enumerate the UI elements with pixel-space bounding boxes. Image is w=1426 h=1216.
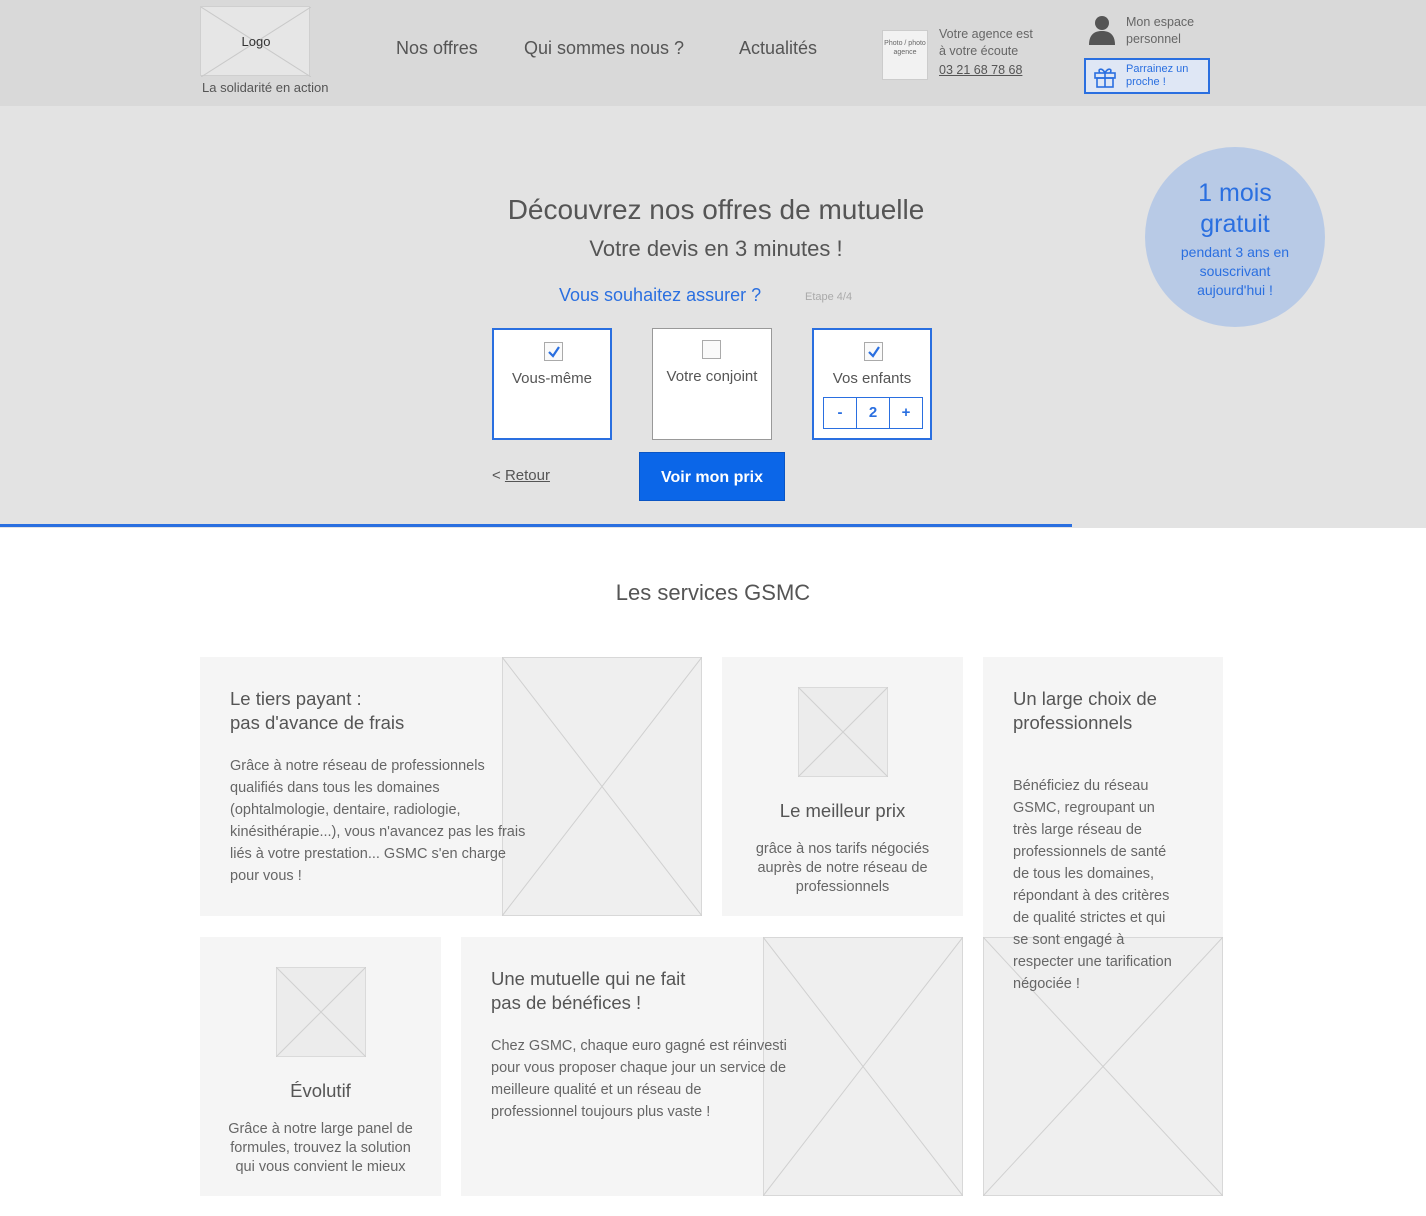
hero-quote-form: Découvrez nos offres de mutuelle Votre d… bbox=[0, 106, 1426, 528]
card-title-line2: pas de bénéfices ! bbox=[491, 992, 642, 1013]
back-prefix: < bbox=[492, 467, 505, 484]
logo-label: Logo bbox=[241, 34, 271, 49]
stepper-plus-button[interactable]: + bbox=[890, 398, 922, 428]
parrainez-label: Parrainez un proche ! bbox=[1126, 63, 1206, 89]
checkbox-enfants[interactable] bbox=[864, 342, 883, 361]
agency-text: Votre agence est à votre écoute bbox=[939, 26, 1033, 60]
card-text-line: pour vous ! bbox=[230, 868, 302, 884]
parrainez-button[interactable]: Parrainez un proche ! bbox=[1084, 58, 1210, 94]
children-count-stepper: - 2 + bbox=[823, 397, 923, 429]
card-title-line1: Un large choix de bbox=[1013, 688, 1157, 709]
choice-label: Votre conjoint bbox=[666, 368, 758, 385]
services-title: Les services GSMC bbox=[615, 580, 811, 605]
checkbox-vous-meme[interactable] bbox=[544, 342, 563, 361]
back-link[interactable]: < Retour bbox=[492, 467, 550, 484]
card-text-line: GSMC, regroupant un bbox=[1013, 800, 1155, 816]
nav-item-qui-sommes-nous[interactable]: Qui sommes nous ? bbox=[524, 38, 684, 59]
form-question: Vous souhaitez assurer ? bbox=[559, 285, 762, 305]
choice-label: Vos enfants bbox=[832, 370, 912, 387]
service-card-evolutif: Évolutif Grâce à notre large panel de fo… bbox=[200, 937, 441, 1196]
card-title-line1: Une mutuelle qui ne fait bbox=[491, 968, 686, 989]
card-text-line: Chez GSMC, chaque euro gagné est réinves… bbox=[491, 1038, 787, 1054]
image-placeholder-icon bbox=[798, 687, 888, 777]
card-title: Un large choix de professionnels bbox=[1013, 687, 1157, 735]
card-text: Bénéficiez du réseau GSMC, regroupant un… bbox=[1013, 775, 1213, 995]
card-text-line: de qualité strictes et qui bbox=[1013, 910, 1166, 926]
voir-mon-prix-button[interactable]: Voir mon prix bbox=[639, 452, 785, 501]
agency-text-line2: à votre écoute bbox=[939, 44, 1019, 58]
card-text: Grâce à notre large panel de formules, t… bbox=[200, 1120, 441, 1177]
espace-line1: Mon espace bbox=[1126, 15, 1195, 29]
card-text-line: respecter une tarification bbox=[1013, 954, 1172, 970]
choice-vous-meme[interactable]: Vous-même bbox=[492, 328, 612, 440]
card-text-line: formules, trouvez la solution bbox=[230, 1140, 411, 1156]
agency-phone-link[interactable]: 03 21 68 78 68 bbox=[939, 63, 1022, 77]
service-card-tiers-payant: Le tiers payant : pas d'avance de frais … bbox=[200, 657, 702, 916]
stepper-minus-button[interactable]: - bbox=[824, 398, 856, 428]
card-text: Chez GSMC, chaque euro gagné est réinves… bbox=[491, 1035, 831, 1123]
image-placeholder-icon bbox=[276, 967, 366, 1057]
promo-detail: pendant 3 ans en souscrivant aujourd'hui… bbox=[1180, 244, 1290, 298]
espace-line2: personnel bbox=[1126, 32, 1181, 46]
card-text-line: Bénéficiez du réseau bbox=[1013, 778, 1149, 794]
card-text-line: très large réseau de bbox=[1013, 822, 1142, 838]
agency-photo: Photo / photo agence bbox=[882, 30, 928, 80]
espace-personnel-link[interactable]: Mon espace personnel bbox=[1126, 14, 1216, 48]
promo-headline-line2: gratuit bbox=[1200, 210, 1270, 238]
service-card-meilleur-prix: Le meilleur prix grâce à nos tarifs négo… bbox=[722, 657, 963, 916]
card-text-line: de tous les domaines, bbox=[1013, 866, 1155, 882]
card-text-line: qualifiés dans tous les domaines bbox=[230, 780, 440, 796]
back-label: Retour bbox=[504, 467, 550, 484]
card-title: Évolutif bbox=[290, 1080, 351, 1101]
card-text-line: Grâce à notre large panel de bbox=[228, 1121, 413, 1137]
card-text-line: grâce à nos tarifs négociés bbox=[755, 841, 930, 857]
checkbox-conjoint[interactable] bbox=[702, 340, 721, 359]
card-text-line: (ophtalmologie, dentaire, radiologie, bbox=[230, 802, 461, 818]
promo-headline: 1 mois gratuit bbox=[1145, 178, 1325, 240]
card-title-line1: Le tiers payant : bbox=[230, 688, 362, 709]
choice-conjoint[interactable]: Votre conjoint bbox=[652, 328, 772, 440]
card-text-line: pour vous proposer chaque jour un servic… bbox=[491, 1060, 787, 1076]
service-card-large-choix: Un large choix de professionnels Bénéfic… bbox=[983, 657, 1223, 1196]
card-text-line: Grâce à notre réseau de professionnels bbox=[230, 758, 485, 774]
promo-badge: 1 mois gratuit pendant 3 ans en souscriv… bbox=[1145, 147, 1325, 327]
checkmark-icon bbox=[548, 346, 560, 358]
choice-label: Vous-même bbox=[511, 370, 593, 387]
step-indicator: Etape 4/4 bbox=[805, 291, 853, 303]
parrainez-label-line2: proche ! bbox=[1126, 76, 1166, 88]
card-title-line2: pas d'avance de frais bbox=[230, 712, 405, 733]
card-text-line: répondant à des critères bbox=[1013, 888, 1170, 904]
logo[interactable]: Logo bbox=[200, 6, 311, 77]
progress-bar bbox=[0, 524, 1072, 527]
card-title-line2: professionnels bbox=[1013, 712, 1133, 733]
card-text-line: professionnel toujours plus vaste ! bbox=[491, 1104, 711, 1120]
card-text-line: se sont engagé à bbox=[1013, 932, 1125, 948]
card-title: Le tiers payant : pas d'avance de frais bbox=[230, 687, 404, 735]
nav-item-offres[interactable]: Nos offres bbox=[396, 38, 478, 59]
card-text-line: kinésithérapie...), vous n'avancez pas l… bbox=[230, 824, 526, 840]
card-text-line: qui vous convient le mieux bbox=[235, 1159, 406, 1175]
card-text-line: négociée ! bbox=[1013, 976, 1080, 992]
card-text: Grâce à notre réseau de professionnels q… bbox=[230, 755, 570, 887]
choice-enfants[interactable]: Vos enfants - 2 + bbox=[812, 328, 932, 440]
user-icon[interactable] bbox=[1089, 14, 1115, 46]
card-title: Une mutuelle qui ne fait pas de bénéfice… bbox=[491, 967, 685, 1015]
agency-text-line1: Votre agence est bbox=[939, 27, 1033, 41]
stepper-value[interactable]: 2 bbox=[856, 398, 890, 428]
promo-headline-line1: 1 mois bbox=[1198, 179, 1272, 207]
card-text-line: professionnels bbox=[795, 879, 890, 895]
card-title: Le meilleur prix bbox=[779, 800, 906, 821]
checkmark-icon bbox=[868, 346, 880, 358]
service-card-pas-de-benefices: Une mutuelle qui ne fait pas de bénéfice… bbox=[461, 937, 963, 1196]
card-text-line: auprès de notre réseau de bbox=[757, 860, 928, 876]
card-text-line: professionnels de santé bbox=[1013, 844, 1167, 860]
card-text-line: meilleure qualité et un réseau de bbox=[491, 1082, 702, 1098]
gift-icon bbox=[1094, 68, 1116, 88]
site-header: Logo La solidarité en action Nos offres … bbox=[0, 0, 1426, 106]
tagline: La solidarité en action bbox=[202, 80, 329, 95]
card-text: grâce à nos tarifs négociés auprès de no… bbox=[722, 840, 963, 897]
parrainez-label-line1: Parrainez un bbox=[1126, 63, 1189, 75]
nav-item-actualites[interactable]: Actualités bbox=[739, 38, 817, 59]
card-text-line: liés à votre prestation... GSMC s'en cha… bbox=[230, 846, 506, 862]
